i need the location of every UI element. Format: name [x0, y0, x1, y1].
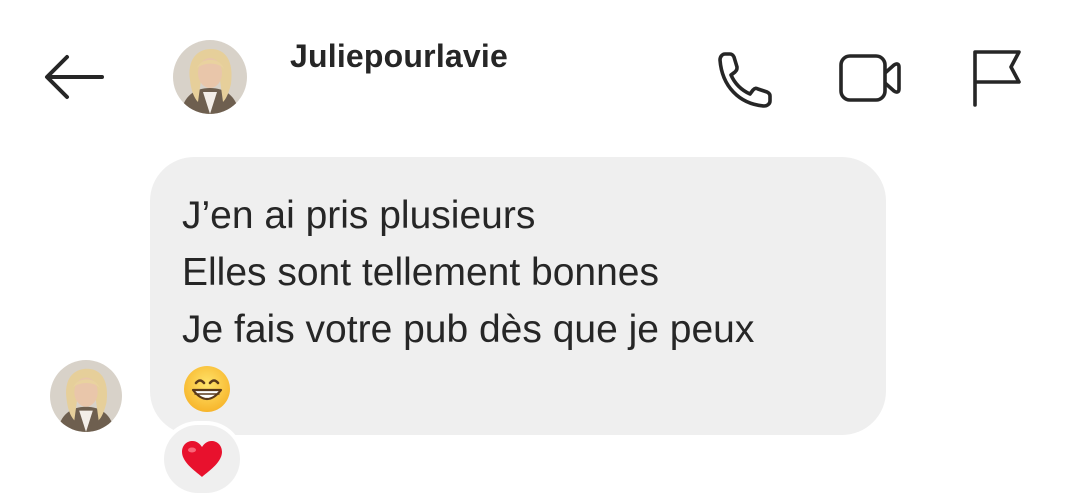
sender-avatar[interactable] [50, 360, 122, 432]
message-line: J’en ai pris plusieurs [182, 194, 536, 237]
message-bubble[interactable]: J’en ai pris plusieurs Elles sont tellem… [150, 157, 886, 435]
arrow-left-icon [45, 55, 104, 99]
grinning-face-icon [184, 366, 230, 412]
back-button[interactable] [38, 48, 108, 106]
username[interactable]: Juliepourlavie [290, 38, 508, 75]
message-line: Je fais votre pub dès que je peux [182, 308, 755, 351]
message-line: Elles sont tellement bonnes [182, 251, 659, 294]
header-avatar[interactable] [173, 40, 247, 114]
video-camera-icon [839, 54, 901, 102]
phone-icon [718, 52, 772, 108]
flag-icon [973, 50, 1021, 107]
thread-header: Juliepourlavie [0, 0, 1080, 140]
video-call-button[interactable] [836, 46, 901, 110]
red-heart-icon [182, 441, 222, 477]
audio-call-button[interactable] [708, 46, 772, 110]
report-button[interactable] [966, 46, 1030, 110]
reaction-badge[interactable] [164, 425, 240, 493]
